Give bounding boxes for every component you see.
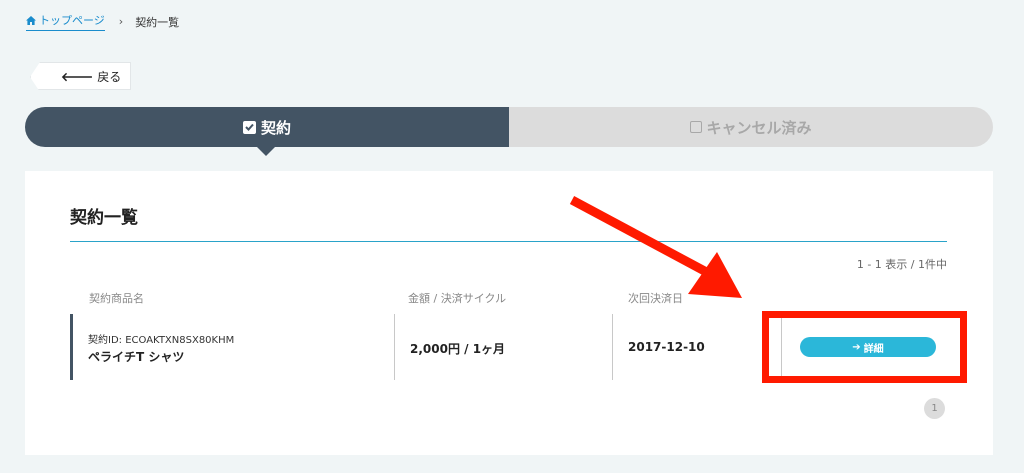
column-divider	[612, 314, 613, 380]
checkbox-empty-icon	[690, 121, 703, 133]
contract-id: 契約ID: ECOAKTXN8SX80KHM	[88, 335, 235, 346]
title-divider	[70, 241, 947, 242]
column-header-price: 金額 / 決済サイクル	[408, 292, 507, 305]
back-button-label: 戻る	[97, 69, 122, 84]
tab-contracts[interactable]: 契約	[25, 107, 509, 156]
page-title: 契約一覧	[70, 208, 138, 228]
tab-cancelled-label: キャンセル済み	[706, 118, 812, 137]
arrow-left-icon: 🡐	[61, 69, 94, 84]
column-header-next-date: 次回決済日	[628, 292, 683, 305]
home-icon	[26, 15, 36, 25]
breadcrumb-home-label: トップページ	[39, 14, 105, 27]
breadcrumb: トップページ › 契約一覧	[26, 12, 179, 31]
pagination-page[interactable]: 1	[924, 398, 945, 419]
status-tabs: 契約 キャンセル済み	[25, 107, 993, 156]
column-divider	[394, 314, 395, 380]
tab-contracts-label: 契約	[260, 118, 291, 137]
price-cycle: 2,000円 / 1ヶ月	[410, 342, 506, 356]
annotation-highlight-box	[762, 311, 967, 383]
result-count: 1 - 1 表示 / 1件中	[856, 258, 947, 271]
product-name: ペライチT シャツ	[88, 350, 185, 364]
checkbox-checked-icon	[242, 120, 256, 134]
tab-active-pointer	[257, 147, 275, 156]
breadcrumb-current: 契約一覧	[135, 15, 180, 29]
back-button[interactable]: 🡐 戻る	[30, 62, 131, 92]
next-payment-date: 2017-12-10	[628, 340, 705, 354]
breadcrumb-separator: ›	[118, 15, 124, 28]
back-button-notch	[30, 62, 40, 92]
column-header-product: 契約商品名	[89, 292, 144, 305]
tab-cancelled[interactable]: キャンセル済み	[509, 107, 993, 147]
breadcrumb-home-link[interactable]: トップページ	[26, 12, 105, 31]
